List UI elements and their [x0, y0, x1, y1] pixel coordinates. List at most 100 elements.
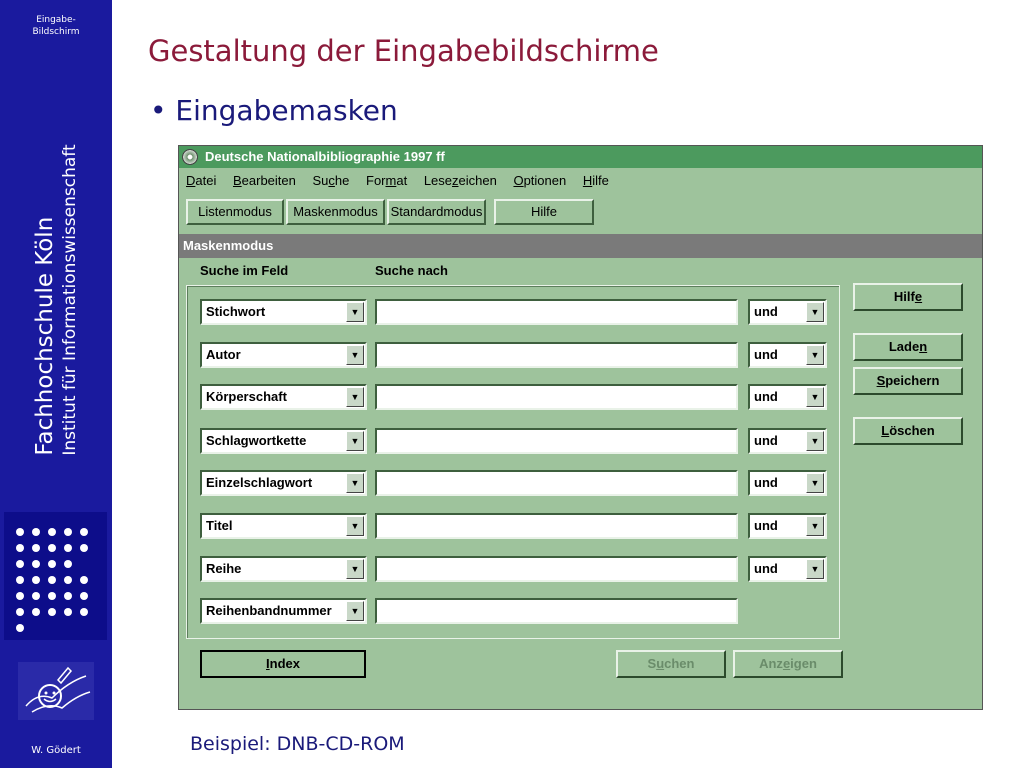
dropdown-arrow-icon[interactable]: ▼: [346, 345, 364, 365]
dropdown-arrow-icon[interactable]: ▼: [346, 302, 364, 322]
listenmodus-button[interactable]: Listenmodus: [186, 199, 284, 225]
decorative-dot: [16, 528, 24, 536]
decorative-dot: [48, 544, 56, 552]
dropdown-arrow-icon[interactable]: ▼: [806, 345, 824, 365]
dropdown-arrow-icon[interactable]: ▼: [346, 601, 364, 621]
decorative-dot: [48, 576, 56, 584]
operator-select-value: und: [754, 304, 778, 319]
field-select[interactable]: Einzelschlagwort ▼: [200, 470, 367, 496]
decorative-dot: [32, 528, 40, 536]
search-form-panel: [186, 285, 840, 639]
dropdown-arrow-icon[interactable]: ▼: [806, 559, 824, 579]
decorative-dot: [48, 592, 56, 600]
operator-select-value: und: [754, 518, 778, 533]
decorative-dot: [16, 576, 24, 584]
speichern-button[interactable]: Speichern: [853, 367, 963, 395]
decorative-dot: [16, 624, 24, 632]
operator-select[interactable]: und ▼: [748, 470, 827, 496]
search-input[interactable]: [375, 299, 738, 325]
anzeigen-button[interactable]: Anzeigen: [733, 650, 843, 678]
side-hilfe-button[interactable]: Hilfe: [853, 283, 963, 311]
decorative-dot: [16, 608, 24, 616]
field-select[interactable]: Autor ▼: [200, 342, 367, 368]
field-select-value: Autor: [206, 347, 241, 362]
field-select[interactable]: Reihenbandnummer ▼: [200, 598, 367, 624]
operator-select-value: und: [754, 561, 778, 576]
operator-select[interactable]: und ▼: [748, 299, 827, 325]
operator-select-value: und: [754, 389, 778, 404]
window-title: Deutsche Nationalbibliographie 1997 ff: [205, 149, 445, 164]
search-input[interactable]: [375, 556, 738, 582]
index-button[interactable]: Index: [200, 650, 366, 678]
operator-select-value: und: [754, 433, 778, 448]
dropdown-arrow-icon[interactable]: ▼: [346, 387, 364, 407]
suchen-button[interactable]: Suchen: [616, 650, 726, 678]
operator-select[interactable]: und ▼: [748, 556, 827, 582]
field-select[interactable]: Titel ▼: [200, 513, 367, 539]
decorative-dot: [48, 560, 56, 568]
bullet-item: • Eingabemasken: [150, 94, 398, 127]
search-input[interactable]: [375, 470, 738, 496]
institution-name: Fachhochschule Köln: [32, 216, 58, 456]
menu-format[interactable]: Format: [366, 168, 407, 194]
decorative-dot: [80, 576, 88, 584]
dropdown-arrow-icon[interactable]: ▼: [346, 431, 364, 451]
search-input[interactable]: [375, 598, 738, 624]
author: W. Gödert: [31, 745, 81, 756]
slide-title: Gestaltung der Eingabebildschirme: [148, 34, 659, 68]
section-label-line2: Bildschirm: [32, 27, 80, 37]
decorative-dot: [64, 576, 72, 584]
dropdown-arrow-icon[interactable]: ▼: [346, 516, 364, 536]
decorative-dot: [80, 544, 88, 552]
decorative-dot: [64, 608, 72, 616]
dropdown-arrow-icon[interactable]: ▼: [346, 473, 364, 493]
loeschen-button[interactable]: Löschen: [853, 417, 963, 445]
app-window: Deutsche Nationalbibliographie 1997 ff D…: [178, 145, 983, 710]
toolbar-hilfe-button[interactable]: Hilfe: [494, 199, 594, 225]
dropdown-arrow-icon[interactable]: ▼: [806, 387, 824, 407]
maskenmodus-button[interactable]: Maskenmodus: [286, 199, 385, 225]
dropdown-arrow-icon[interactable]: ▼: [806, 473, 824, 493]
search-input[interactable]: [375, 342, 738, 368]
menu-lesezeichen[interactable]: Lesezeichen: [424, 168, 497, 194]
dropdown-arrow-icon[interactable]: ▼: [806, 431, 824, 451]
decorative-dot: [16, 592, 24, 600]
menu-datei[interactable]: Datei: [186, 168, 216, 194]
decorative-dot: [80, 528, 88, 536]
operator-select-value: und: [754, 347, 778, 362]
menu-bearbeiten[interactable]: Bearbeiten: [233, 168, 296, 194]
operator-select[interactable]: und ▼: [748, 342, 827, 368]
field-select-value: Einzelschlagwort: [206, 475, 313, 490]
dropdown-arrow-icon[interactable]: ▼: [806, 516, 824, 536]
column-header-field: Suche im Feld: [200, 263, 289, 278]
window-titlebar[interactable]: Deutsche Nationalbibliographie 1997 ff: [179, 146, 982, 168]
cd-rom-icon[interactable]: [182, 149, 198, 165]
operator-select[interactable]: und ▼: [748, 428, 827, 454]
operator-select[interactable]: und ▼: [748, 513, 827, 539]
mode-header: Maskenmodus: [179, 234, 982, 258]
menu-optionen[interactable]: Optionen: [513, 168, 566, 194]
laden-button[interactable]: Laden: [853, 333, 963, 361]
field-select-value: Reihe: [206, 561, 242, 576]
search-input[interactable]: [375, 513, 738, 539]
menu-suche[interactable]: Suche: [313, 168, 350, 194]
search-input[interactable]: [375, 428, 738, 454]
dropdown-arrow-icon[interactable]: ▼: [346, 559, 364, 579]
operator-select[interactable]: und ▼: [748, 384, 827, 410]
decorative-dot: [32, 560, 40, 568]
field-select[interactable]: Schlagwortkette ▼: [200, 428, 367, 454]
field-select-value: Körperschaft: [206, 389, 287, 404]
field-select[interactable]: Stichwort ▼: [200, 299, 367, 325]
field-select[interactable]: Körperschaft ▼: [200, 384, 367, 410]
field-select[interactable]: Reihe ▼: [200, 556, 367, 582]
decorative-dot: [64, 544, 72, 552]
field-select-value: Stichwort: [206, 304, 266, 319]
dropdown-arrow-icon[interactable]: ▼: [806, 302, 824, 322]
caption: Beispiel: DNB-CD-ROM: [190, 733, 405, 755]
search-input[interactable]: [375, 384, 738, 410]
decorative-dot: [80, 592, 88, 600]
standardmodus-button[interactable]: Standardmodus: [387, 199, 486, 225]
menu-hilfe[interactable]: Hilfe: [583, 168, 609, 194]
field-select-value: Schlagwortkette: [206, 433, 307, 448]
smiley-logo-icon: [18, 662, 94, 720]
